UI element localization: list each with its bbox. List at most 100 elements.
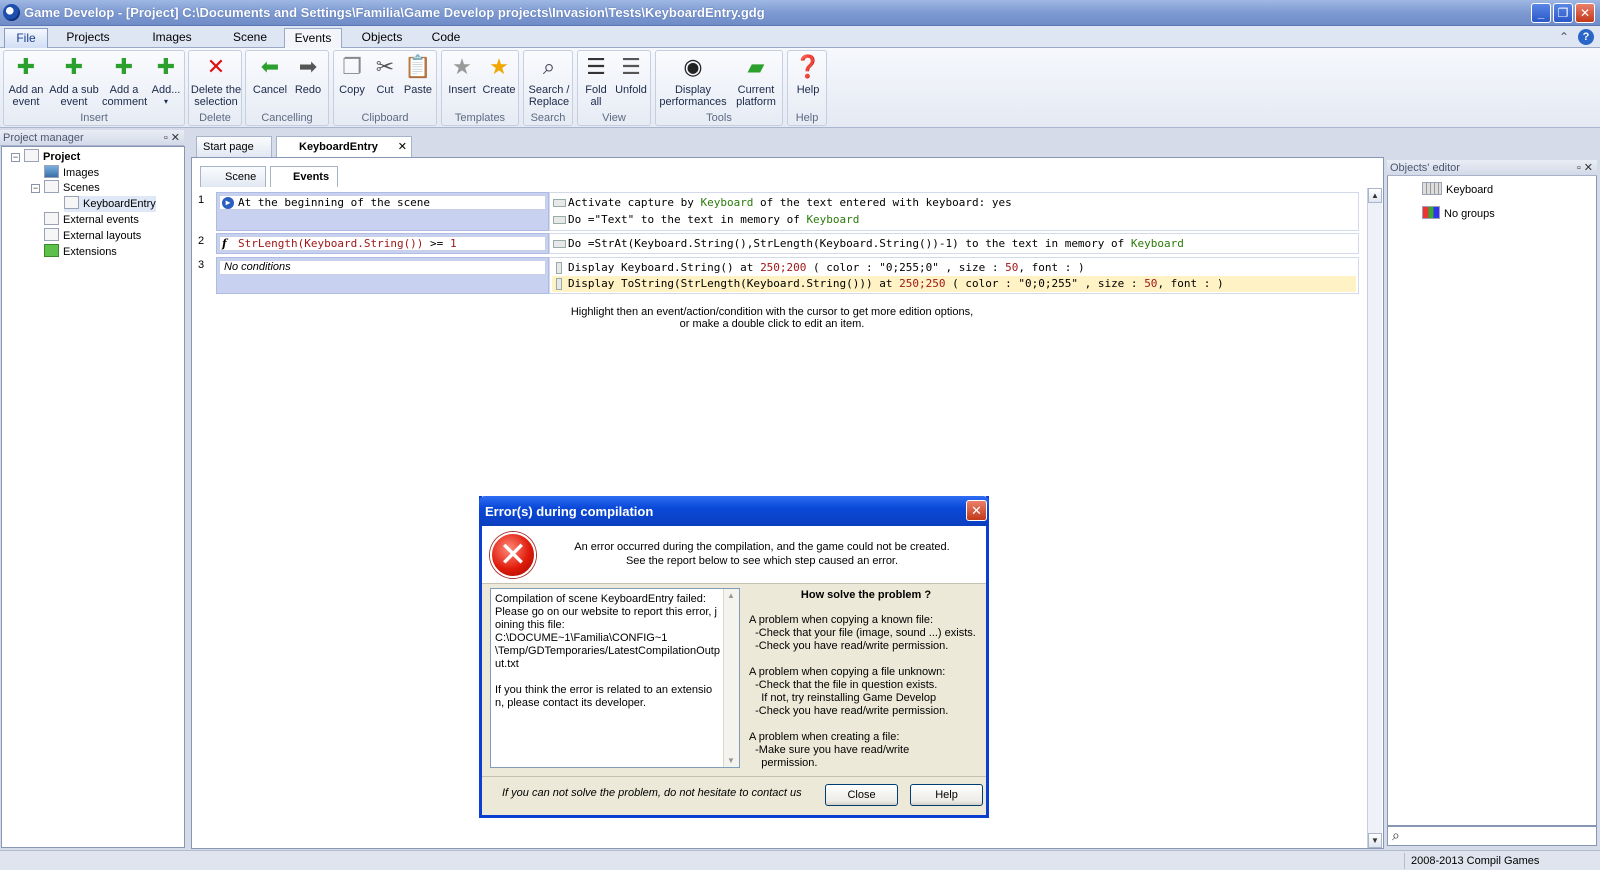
- tab-code[interactable]: Code: [420, 28, 472, 49]
- tab-file[interactable]: File: [4, 28, 48, 49]
- star-gold-icon: ★: [489, 54, 509, 79]
- insert-template-button[interactable]: ★ Insert: [444, 53, 480, 96]
- close-tab-icon[interactable]: ✕: [398, 137, 407, 157]
- cancel-button[interactable]: ⬅ Cancel: [250, 53, 290, 96]
- condition-text[interactable]: ▶ At the beginning of the scene: [219, 195, 546, 210]
- collapse-ribbon-icon[interactable]: ⌃: [1559, 30, 1569, 44]
- solve-help-panel: How solve the problem ? A problem when c…: [747, 588, 985, 778]
- current-platform-button[interactable]: ▰ Current platform: [730, 53, 782, 108]
- event-conditions[interactable]: f StrLength(Keyboard.String()) >= 1: [216, 233, 549, 254]
- unfold-icon: ☰: [621, 54, 641, 79]
- object-keyboard[interactable]: Keyboard: [1422, 182, 1493, 198]
- panel-pin-close-icons[interactable]: ▫ ✕: [1577, 160, 1593, 176]
- tree-extensions[interactable]: Extensions: [44, 244, 117, 260]
- fold-all-button[interactable]: ☰ Fold all: [580, 53, 612, 108]
- scroll-up-icon[interactable]: ▲: [1368, 188, 1382, 203]
- tab-images-bank[interactable]: Images bank: [132, 28, 212, 63]
- events-scrollbar[interactable]: ▲ ▼: [1367, 188, 1382, 848]
- scroll-down-icon[interactable]: ▼: [1368, 833, 1382, 848]
- scene-start-icon: ▶: [222, 197, 234, 209]
- create-template-button[interactable]: ★ Create: [480, 53, 518, 96]
- help-circle-icon[interactable]: ?: [1578, 29, 1594, 45]
- add-event-icon: ✚: [16, 54, 36, 79]
- expand-project-toggle[interactable]: −: [11, 153, 20, 162]
- subtab-scene[interactable]: Scene: [200, 166, 266, 187]
- dialog-close-button[interactable]: Close: [825, 784, 898, 806]
- solve-paragraph: A problem when creating a file: -Make su…: [749, 731, 910, 769]
- keyboard-object-icon: [1422, 182, 1442, 195]
- tab-projects[interactable]: Projects: [58, 28, 118, 49]
- group-clipboard: ❐ Copy ✂ Cut 📋 Paste Clipboard: [333, 50, 437, 126]
- delete-selection-button[interactable]: ✕ Delete the selection: [190, 53, 242, 108]
- delete-selection-label: Delete the selection: [190, 84, 242, 108]
- display-performances-button[interactable]: ◉ Display performances: [658, 53, 728, 108]
- event-actions[interactable]: Do =StrAt(Keyboard.String(),StrLength(Ke…: [549, 233, 1359, 254]
- dialog-close-icon[interactable]: ✕: [966, 500, 987, 521]
- add-sub-event-button[interactable]: ✚ Add a sub event: [48, 53, 100, 108]
- event-conditions[interactable]: ▶ At the beginning of the scene: [216, 192, 549, 231]
- report-scrollbar[interactable]: ▲ ▼: [723, 589, 739, 767]
- condition-text[interactable]: f StrLength(Keyboard.String()) >= 1: [219, 236, 546, 251]
- tree-scenes[interactable]: Scenes: [44, 180, 100, 196]
- action-line[interactable]: Activate capture by Keyboard of the text…: [552, 195, 1356, 211]
- condition-text[interactable]: No conditions: [219, 260, 546, 275]
- redo-button[interactable]: ➡ Redo: [290, 53, 326, 96]
- group-help: ❓ Help Help: [787, 50, 827, 126]
- help-ribbon-button[interactable]: ❓ Help: [790, 53, 826, 96]
- doctab-start-page[interactable]: Start page: [196, 136, 272, 157]
- object-groups[interactable]: No groups: [1422, 206, 1495, 222]
- tree-keyboardentry[interactable]: KeyboardEntry: [64, 196, 156, 212]
- tab-events[interactable]: Events: [284, 28, 342, 49]
- scroll-down-icon[interactable]: ▼: [727, 756, 735, 765]
- action-line[interactable]: Do ="Text" to the text in memory of Keyb…: [552, 212, 1356, 228]
- action-line[interactable]: Do =StrAt(Keyboard.String(),StrLength(Ke…: [552, 236, 1356, 252]
- dialog-help-button[interactable]: Help: [910, 784, 983, 806]
- add-comment-button[interactable]: ✚ Add a comment: [102, 53, 148, 108]
- dialog-message-area: ✕ An error occurred during the compilati…: [482, 526, 986, 584]
- objects-editor-panel: Keyboard No groups: [1387, 176, 1597, 826]
- group-templates: ★ Insert ★ Create Templates: [441, 50, 519, 126]
- add-event-label: Add an event: [8, 84, 44, 108]
- tree-external-layouts[interactable]: External layouts: [44, 228, 141, 244]
- project-manager-header: Project manager ▫ ✕: [0, 130, 184, 146]
- close-window-button[interactable]: ✕: [1575, 3, 1595, 23]
- cut-button[interactable]: ✂ Cut: [370, 53, 400, 96]
- panel-pin-close-icons[interactable]: ▫ ✕: [164, 130, 180, 146]
- tree-project[interactable]: Project: [24, 149, 80, 165]
- event-conditions[interactable]: No conditions: [216, 257, 549, 294]
- ribbon-panel: ✚ Add an event ✚ Add a sub event ✚ Add a…: [0, 48, 1600, 128]
- copy-button[interactable]: ❐ Copy: [336, 53, 368, 96]
- error-report-textbox[interactable]: Compilation of scene KeyboardEntry faile…: [490, 588, 740, 768]
- tree-images[interactable]: Images: [44, 165, 99, 181]
- event-number: 2: [198, 235, 205, 247]
- scroll-up-icon[interactable]: ▲: [727, 591, 735, 600]
- keyboard-icon: [553, 199, 566, 207]
- subtab-events[interactable]: Events: [270, 166, 338, 187]
- add-event-button[interactable]: ✚ Add an event: [6, 53, 46, 108]
- clipboard-icon: 📋: [404, 54, 432, 79]
- objects-search-input[interactable]: ⌕: [1387, 826, 1597, 846]
- doctab-keyboardentry-label: KeyboardEntry: [299, 141, 378, 153]
- action-line-highlighted[interactable]: Display ToString(StrLength(Keyboard.Stri…: [552, 276, 1356, 292]
- delete-x-icon: ✕: [206, 54, 226, 79]
- minimize-button[interactable]: _: [1531, 3, 1551, 23]
- create-template-label: Create: [482, 84, 516, 96]
- unfold-button[interactable]: ☰ Unfold: [612, 53, 650, 96]
- compilation-error-dialog: Error(s) during compilation ✕ ✕ An error…: [479, 496, 989, 818]
- tab-objects[interactable]: Objects: [354, 28, 410, 49]
- doctab-keyboardentry[interactable]: KeyboardEntry ✕: [276, 136, 412, 157]
- event-actions[interactable]: Display Keyboard.String() at 250;200 ( c…: [549, 257, 1359, 294]
- search-icon: ⌕: [1392, 827, 1400, 843]
- event-actions[interactable]: Activate capture by Keyboard of the text…: [549, 192, 1359, 231]
- group-cancelling: ⬅ Cancel ➡ Redo Cancelling: [245, 50, 329, 126]
- action-line[interactable]: Display Keyboard.String() at 250;200 ( c…: [552, 260, 1356, 276]
- add-more-button[interactable]: ✚ Add... ▾: [148, 53, 184, 108]
- expand-scenes-toggle[interactable]: −: [31, 184, 40, 193]
- tab-scene[interactable]: Scene: [224, 28, 276, 49]
- unfold-label: Unfold: [615, 84, 647, 96]
- tree-external-events[interactable]: External events: [44, 212, 139, 228]
- restore-button[interactable]: ❐: [1553, 3, 1573, 23]
- add-comment-label: Add a comment: [102, 84, 148, 108]
- search-replace-button[interactable]: ⌕ Search / Replace: [525, 53, 573, 108]
- paste-button[interactable]: 📋 Paste: [400, 53, 436, 96]
